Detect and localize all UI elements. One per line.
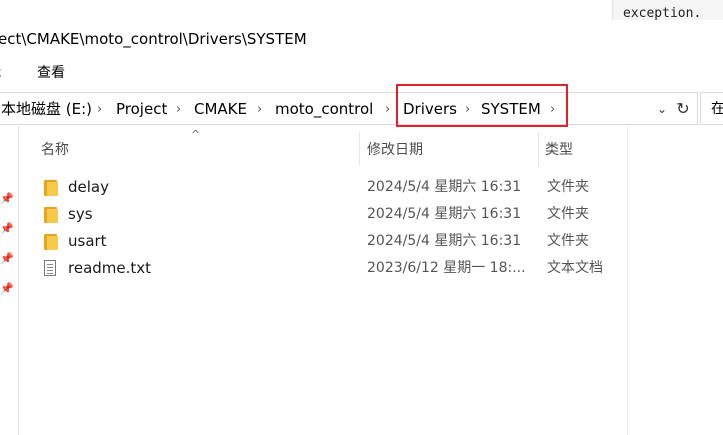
chevron-right-icon[interactable]: › xyxy=(97,93,102,126)
column-divider[interactable] xyxy=(359,132,360,166)
sort-up-icon: ^ xyxy=(191,128,201,141)
file-date: 2024/5/4 星期六 16:31 xyxy=(367,233,522,249)
chevron-down-icon[interactable]: ⌄ xyxy=(654,101,670,117)
file-name: usart xyxy=(68,232,107,250)
address-bar[interactable]: 本地磁盘 (E:) › Project › CMAKE › moto_contr… xyxy=(0,92,698,125)
navigation-pane: 📌 📌 📌 📌 xyxy=(0,126,19,435)
breadcrumb-moto-control[interactable]: moto_control xyxy=(275,93,373,126)
address-row: 本地磁盘 (E:) › Project › CMAKE › moto_contr… xyxy=(0,92,723,126)
highlight-box xyxy=(396,84,568,127)
file-name: delay xyxy=(68,178,109,196)
chevron-right-icon[interactable]: › xyxy=(176,93,181,126)
file-date: 2024/5/4 星期六 16:31 xyxy=(367,206,522,222)
file-date: 2024/5/4 星期六 16:31 xyxy=(367,179,522,195)
text-file-icon xyxy=(44,260,58,277)
file-date: 2023/6/12 星期一 18:... xyxy=(367,260,526,276)
list-item[interactable]: delay 2024/5/4 星期六 16:31 文件夹 xyxy=(19,174,619,201)
column-header-date[interactable]: 修改日期 xyxy=(367,138,423,162)
file-name: sys xyxy=(68,205,93,223)
list-item[interactable]: usart 2024/5/4 星期六 16:31 文件夹 xyxy=(19,228,619,255)
pin-icon[interactable]: 📌 xyxy=(0,192,14,206)
file-name: readme.txt xyxy=(68,259,152,277)
chevron-right-icon[interactable]: › xyxy=(385,93,390,126)
search-input[interactable]: 在 xyxy=(700,92,723,125)
folder-icon xyxy=(44,179,58,196)
file-list: ^ 名称 修改日期 类型 delay 2024/5/4 星期六 16:31 文件… xyxy=(19,126,723,435)
list-item[interactable]: sys 2024/5/4 星期六 16:31 文件夹 xyxy=(19,201,619,228)
folder-icon xyxy=(44,233,58,250)
tab-view[interactable]: 查看 xyxy=(37,58,65,88)
breadcrumb-drive[interactable]: 本地磁盘 (E:) xyxy=(1,93,92,126)
pin-icon[interactable]: 📌 xyxy=(0,252,14,266)
column-header-name[interactable]: 名称 xyxy=(41,138,69,162)
file-type: 文件夹 xyxy=(547,233,589,249)
file-type: 文本文档 xyxy=(547,260,603,276)
ribbon-tabs: ɛ 查看 xyxy=(0,58,723,90)
folder-icon xyxy=(44,206,58,223)
pin-icon[interactable]: 📌 xyxy=(0,222,14,236)
window-title: ect\CMAKE\moto_control\Drivers\SYSTEM xyxy=(0,30,307,48)
file-type: 文件夹 xyxy=(547,179,589,195)
window-title-bar: ect\CMAKE\moto_control\Drivers\SYSTEM xyxy=(0,20,723,58)
chevron-right-icon[interactable]: › xyxy=(257,93,262,126)
column-divider xyxy=(627,126,628,435)
column-header-type[interactable]: 类型 xyxy=(545,138,573,162)
background-code-window: exception. xyxy=(612,0,723,20)
tab-share[interactable]: ɛ xyxy=(0,58,2,88)
refresh-icon[interactable]: ↻ xyxy=(675,101,691,117)
breadcrumb-cmake[interactable]: CMAKE xyxy=(194,93,247,126)
list-item[interactable]: readme.txt 2023/6/12 星期一 18:... 文本文档 xyxy=(19,255,619,282)
column-divider[interactable] xyxy=(538,132,539,166)
file-type: 文件夹 xyxy=(547,206,589,222)
pin-icon[interactable]: 📌 xyxy=(0,282,14,296)
breadcrumb-project[interactable]: Project xyxy=(116,93,167,126)
